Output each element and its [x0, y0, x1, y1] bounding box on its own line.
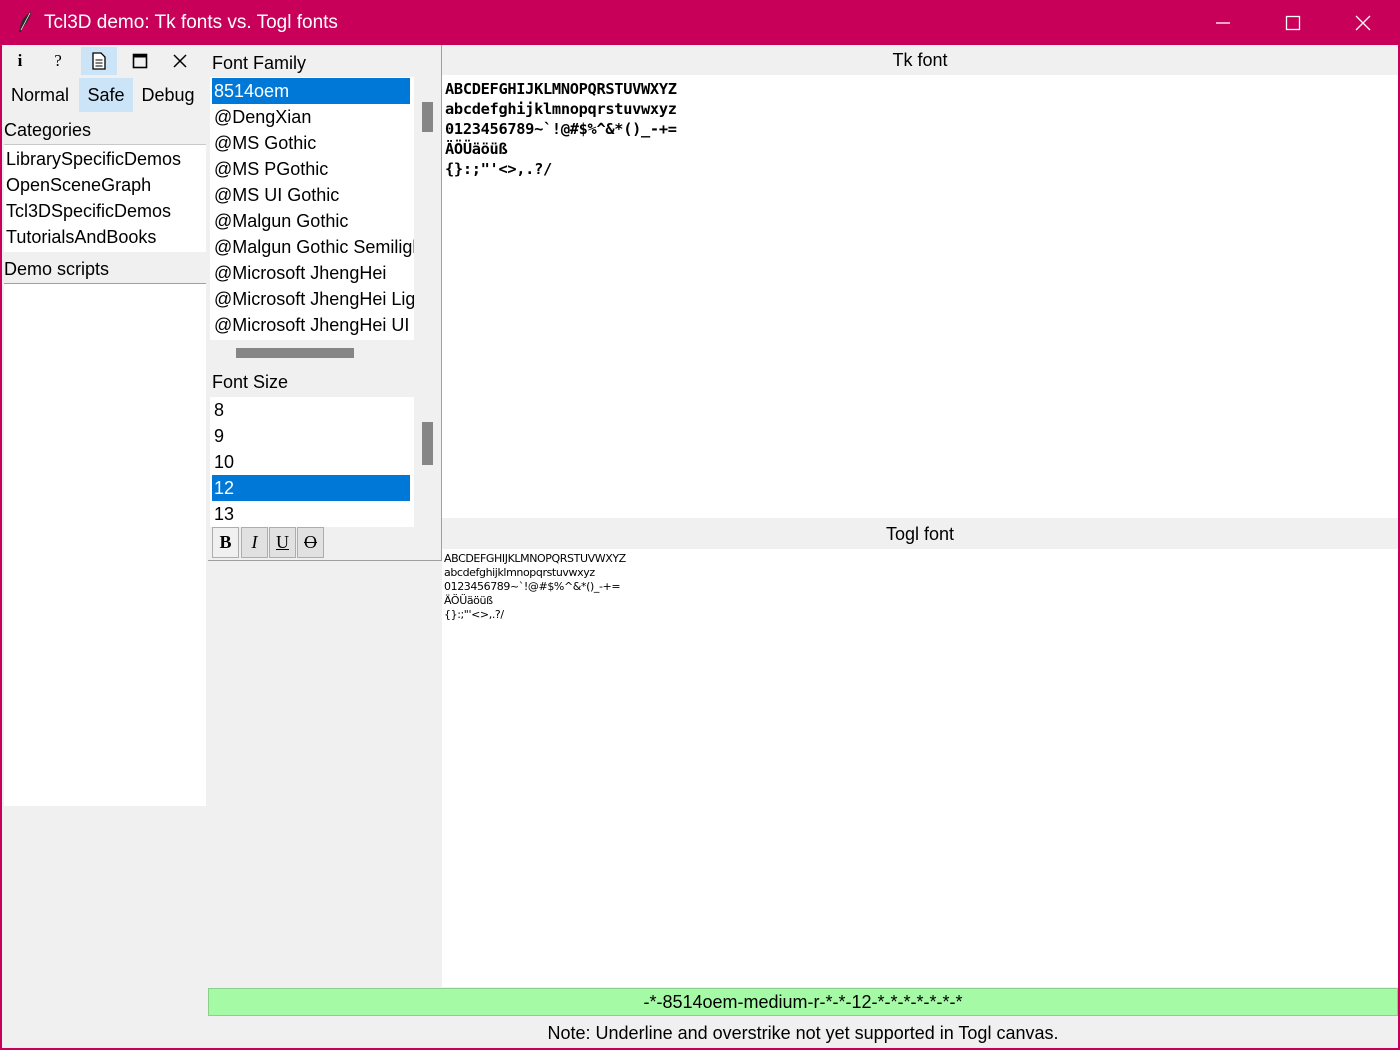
font-family-item[interactable]: @Malgun Gothic [212, 208, 348, 234]
italic-toggle[interactable]: I [241, 527, 268, 558]
togl-sample-line: abcdefghijklmnopqrstuvwxyz [444, 566, 595, 579]
info-icon: i [17, 51, 23, 70]
tk-sample-line: {}:;"'<>,.?/ [445, 160, 552, 178]
font-family-item[interactable]: 8514oem [212, 78, 410, 104]
font-family-item[interactable]: @MS PGothic [212, 156, 328, 182]
minimize-icon [1216, 22, 1230, 24]
font-size-item[interactable]: 9 [212, 423, 224, 449]
category-item[interactable]: Tcl3DSpecificDemos [6, 201, 171, 222]
togl-font-heading: Togl font [442, 519, 1398, 549]
font-family-item[interactable]: @Microsoft JhengHei [212, 260, 386, 286]
font-family-vscrollbar[interactable] [422, 102, 433, 132]
tk-sample-line: ÄÖÜäöüß [445, 140, 508, 158]
close-icon [1355, 15, 1371, 31]
tk-sample-line: 0123456789~`!@#$%^&*()_-+= [445, 120, 677, 138]
font-name-status: -*-8514oem-medium-r-*-*-12-*-*-*-*-*-*-* [208, 988, 1398, 1016]
demo-scripts-label: Demo scripts [4, 259, 110, 279]
font-family-list[interactable]: 8514oem @DengXian @MS Gothic @MS PGothic… [210, 77, 414, 340]
minimize-button[interactable] [1188, 0, 1258, 45]
font-size-item[interactable]: 8 [212, 397, 224, 423]
font-family-item[interactable]: @DengXian [212, 104, 311, 130]
category-item[interactable]: OpenSceneGraph [6, 175, 151, 196]
normal-mode-button[interactable]: Normal [4, 78, 76, 112]
window-icon [132, 53, 148, 69]
togl-note: Note: Underline and overstrike not yet s… [547, 1023, 1059, 1043]
maximize-icon [1285, 15, 1301, 31]
underline-toggle[interactable]: U [269, 527, 296, 558]
overstrike-toggle[interactable]: O [297, 527, 324, 558]
font-options-panel: Font Family 8514oem @DengXian @MS Gothic… [208, 45, 442, 561]
togl-sample-line: ÄÖÜäöüß [444, 594, 493, 607]
maximize-button[interactable] [1258, 0, 1328, 45]
font-size-list[interactable]: 8 9 10 12 13 [210, 397, 414, 527]
title-bar[interactable]: Tcl3D demo: Tk fonts vs. Togl fonts [0, 0, 1400, 45]
tk-sample-line: ABCDEFGHIJKLMNOPQRSTUVWXYZ [445, 80, 677, 98]
font-size-label: Font Size [212, 372, 289, 392]
close-button[interactable] [1328, 0, 1398, 45]
client-area: i ? Normal Safe Debug Categories Library… [2, 45, 1398, 1048]
help-icon: ? [54, 51, 62, 70]
document-icon [92, 52, 106, 70]
help-button[interactable]: ? [40, 47, 76, 75]
close-icon [173, 54, 187, 68]
togl-font-canvas: ABCDEFGHIJKLMNOPQRSTUVWXYZ abcdefghijklm… [442, 549, 1398, 987]
demo-scripts-list[interactable] [4, 283, 206, 806]
font-size-item[interactable]: 13 [212, 501, 234, 527]
window-title: Tcl3D demo: Tk fonts vs. Togl fonts [44, 12, 338, 33]
info-button[interactable]: i [2, 47, 38, 75]
font-family-item[interactable]: @MS UI Gothic [212, 182, 339, 208]
window-button[interactable] [122, 47, 158, 75]
categories-list[interactable]: LibrarySpecificDemos OpenSceneGraph Tcl3… [4, 145, 206, 252]
font-family-hscrollbar[interactable] [236, 348, 354, 358]
tk-sample-line: abcdefghijklmnopqrstuvwxyz [445, 100, 677, 118]
category-item[interactable]: TutorialsAndBooks [6, 227, 156, 248]
font-size-item[interactable]: 12 [212, 475, 410, 501]
font-family-item[interactable]: @Malgun Gothic Semiligh [212, 234, 414, 260]
document-button[interactable] [81, 47, 117, 75]
categories-label: Categories [4, 120, 92, 140]
bold-toggle[interactable]: B [212, 527, 239, 558]
feather-icon [19, 12, 31, 32]
togl-sample-line: 0123456789~`!@#$%^&*()_-+= [444, 580, 621, 593]
category-item[interactable]: LibrarySpecificDemos [6, 149, 181, 170]
font-size-item[interactable]: 10 [212, 449, 234, 475]
font-family-label: Font Family [212, 53, 307, 73]
font-size-vscrollbar[interactable] [422, 422, 433, 465]
tk-font-canvas: ABCDEFGHIJKLMNOPQRSTUVWXYZ abcdefghijklm… [442, 75, 1398, 518]
debug-mode-button[interactable]: Debug [136, 78, 200, 112]
font-family-item[interactable]: @Microsoft JhengHei UI [212, 312, 409, 338]
tk-font-heading: Tk font [442, 45, 1398, 75]
font-family-item[interactable]: @MS Gothic [212, 130, 316, 156]
togl-sample-line: ABCDEFGHIJKLMNOPQRSTUVWXYZ [444, 552, 626, 565]
togl-sample-line: {}:;"'<>,.?/ [444, 608, 504, 621]
safe-mode-button[interactable]: Safe [79, 78, 133, 112]
font-family-item[interactable]: @Microsoft JhengHei Ligh [212, 286, 414, 312]
exit-button[interactable] [162, 47, 198, 75]
app-window: Tcl3D demo: Tk fonts vs. Togl fonts i ? [0, 0, 1400, 1050]
